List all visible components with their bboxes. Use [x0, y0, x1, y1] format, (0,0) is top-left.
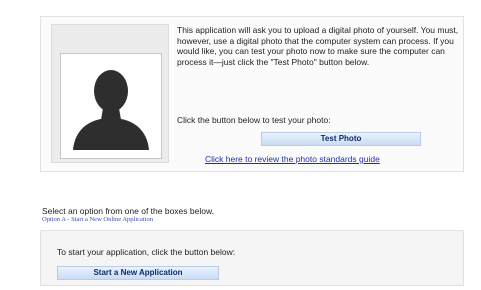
start-application-prompt: To start your application, click the but… [57, 247, 236, 257]
photo-placeholder-frame [60, 53, 162, 159]
person-silhouette-icon [73, 70, 149, 150]
test-photo-button[interactable]: Test Photo [261, 132, 421, 146]
option-a-label: Option A - Start a New Online Applicatio… [42, 216, 154, 223]
photo-standards-guide-link[interactable]: Click here to review the photo standards… [205, 154, 380, 164]
select-option-instruction: Select an option from one of the boxes b… [42, 206, 215, 216]
photo-intro-text: This application will ask you to upload … [177, 25, 459, 67]
test-photo-prompt: Click the button below to test your phot… [177, 115, 331, 125]
photo-placeholder-box [51, 24, 169, 163]
option-a-panel: To start your application, click the but… [40, 230, 464, 286]
start-new-application-button[interactable]: Start a New Application [57, 266, 219, 280]
photo-test-panel: This application will ask you to upload … [40, 16, 464, 172]
